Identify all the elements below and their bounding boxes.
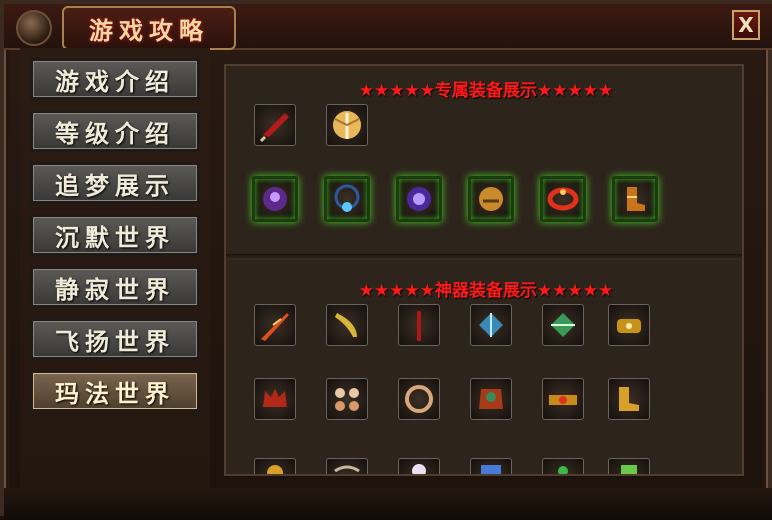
golden-boots-icon[interactable] xyxy=(612,176,658,222)
close-button[interactable]: X xyxy=(732,10,760,40)
sidebar-item-flying-world[interactable]: 飞扬世界 xyxy=(30,318,200,360)
window-title: 游戏攻略 xyxy=(89,15,209,45)
game-guide-window: 游戏攻略 X 游戏介绍 等级介绍 追梦展示 沉默世界 静寂世界 飞扬世界 玛法世… xyxy=(0,0,772,520)
blue-scroll-icon[interactable] xyxy=(470,458,512,474)
red-ring-icon[interactable] xyxy=(540,176,586,222)
white-item-icon[interactable] xyxy=(398,458,440,474)
green-crystal-icon[interactable] xyxy=(542,304,584,346)
sidebar-item-dream-showcase[interactable]: 追梦展示 xyxy=(30,162,200,204)
gold-boots-icon[interactable] xyxy=(608,378,650,420)
gem-necklace-icon[interactable] xyxy=(398,378,440,420)
sidebar-item-level-intro[interactable]: 等级介绍 xyxy=(30,110,200,152)
golden-blade-icon[interactable] xyxy=(326,304,368,346)
sidebar-item-label: 等级介绍 xyxy=(55,118,175,148)
artifact-equipment-title: ★★★★★神器装备展示★★★★★ xyxy=(358,281,614,301)
title-plate: 游戏攻略 xyxy=(62,6,236,50)
exclusive-equipment-title: ★★★★★专属装备展示★★★★★ xyxy=(358,81,614,101)
green-item-icon[interactable] xyxy=(542,458,584,474)
purple-helmet-icon[interactable] xyxy=(252,176,298,222)
sidebar-item-label: 玛法世界 xyxy=(55,378,175,408)
sidebar-item-label: 沉默世界 xyxy=(55,222,175,252)
red-staff-icon[interactable] xyxy=(398,304,440,346)
sidebar-item-label: 静寂世界 xyxy=(55,274,175,304)
gold-belt-icon[interactable] xyxy=(542,378,584,420)
red-blade-icon[interactable] xyxy=(254,104,296,146)
gold-item-icon[interactable] xyxy=(254,458,296,474)
dragon-emblem-icon xyxy=(16,10,52,46)
demon-helmet-icon[interactable] xyxy=(254,378,296,420)
close-icon: X xyxy=(738,13,754,37)
jade-item-icon[interactable] xyxy=(608,458,650,474)
sidebar-item-game-intro[interactable]: 游戏介绍 xyxy=(30,58,200,100)
sidebar-item-label: 游戏介绍 xyxy=(55,66,175,96)
sidebar: 游戏介绍 等级介绍 追梦展示 沉默世界 静寂世界 飞扬世界 玛法世界 xyxy=(20,48,210,488)
golden-wings-icon[interactable] xyxy=(326,104,368,146)
window-bottom-border xyxy=(4,488,772,520)
content-panel: ★★★★★专属装备展示★★★★★ ★★★★★神器装备展示★★★★★ xyxy=(224,64,744,476)
sidebar-item-label: 飞扬世界 xyxy=(55,326,175,356)
purple-orb-icon[interactable] xyxy=(396,176,442,222)
blue-necklace-icon[interactable] xyxy=(324,176,370,222)
golden-bracer-icon[interactable] xyxy=(608,304,650,346)
flower-earrings-icon[interactable] xyxy=(326,378,368,420)
blue-crystal-icon[interactable] xyxy=(470,304,512,346)
sidebar-item-label: 追梦展示 xyxy=(55,170,175,200)
sidebar-item-silent-world[interactable]: 沉默世界 xyxy=(30,214,200,256)
sidebar-item-quiet-world[interactable]: 静寂世界 xyxy=(30,266,200,308)
section-divider xyxy=(226,254,742,260)
flame-sword-icon[interactable] xyxy=(254,304,296,346)
sidebar-item-mafa-world[interactable]: 玛法世界 xyxy=(30,370,200,412)
ornate-armor-icon[interactable] xyxy=(470,378,512,420)
title-bar: 游戏攻略 X xyxy=(4,4,772,50)
chain-item-icon[interactable] xyxy=(326,458,368,474)
golden-beast-icon[interactable] xyxy=(468,176,514,222)
